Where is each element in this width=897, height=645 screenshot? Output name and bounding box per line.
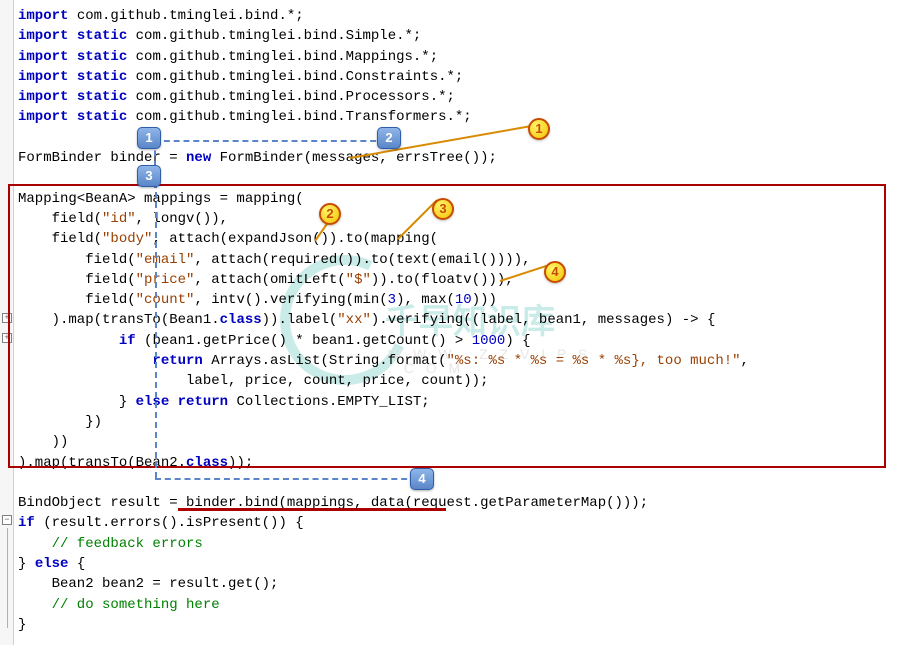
line-import-2: import static com.github.tminglei.bind.S… (18, 28, 421, 44)
line-else: } else { (18, 556, 85, 572)
fold-plus-2[interactable]: + (2, 333, 12, 343)
line-close-brace: } (18, 617, 26, 633)
line-close-mapping: )) (18, 434, 68, 450)
fold-plus-1[interactable]: + (2, 313, 12, 323)
line-import-3: import static com.github.tminglei.bind.M… (18, 49, 438, 65)
line-bean2-get: Bean2 bean2 = result.get(); (18, 576, 278, 592)
line-field-body: field("body", attach(expandJson()).to(ma… (18, 231, 438, 247)
line-else-return: } else return Collections.EMPTY_LIST; (18, 394, 430, 410)
line-mapping-open: Mapping<BeanA> mappings = mapping( (18, 191, 304, 207)
line-import-4: import static com.github.tminglei.bind.C… (18, 69, 463, 85)
code-block: import com.github.tminglei.bind.*; impor… (18, 6, 897, 635)
line-format-args: label, price, count, price, count)); (18, 373, 488, 389)
line-formbinder: FormBinder binder = new FormBinder(messa… (18, 150, 497, 166)
line-field-price: field("price", attach(omitLeft("$")).to(… (18, 272, 514, 288)
fold-line (7, 528, 8, 628)
fold-minus[interactable]: − (2, 515, 12, 525)
line-comment-do: // do something here (18, 597, 220, 613)
line-if-errors: if (result.errors().isPresent()) { (18, 515, 304, 531)
line-field-id: field("id", longv()), (18, 211, 228, 227)
line-field-email: field("email", attach(required()).to(tex… (18, 252, 531, 268)
line-if: if (bean1.getPrice() * bean1.getCount() … (18, 333, 531, 349)
line-map-bean1: ).map(transTo(Bean1.class)).label("xx").… (18, 312, 715, 328)
line-return-arrays: return Arrays.asList(String.format("%s: … (18, 353, 749, 369)
line-comment-feedback: // feedback errors (18, 536, 203, 552)
line-import-6: import static com.github.tminglei.bind.T… (18, 109, 472, 125)
line-close-lambda: }) (18, 414, 102, 430)
line-field-count: field("count", intv().verifying(min(3), … (18, 292, 497, 308)
line-import-5: import static com.github.tminglei.bind.P… (18, 89, 455, 105)
line-import-1: import com.github.tminglei.bind.*; (18, 8, 304, 24)
line-bindobject: BindObject result = binder.bind(mappings… (18, 495, 648, 511)
line-map-bean2: ).map(transTo(Bean2.class)); (18, 455, 253, 471)
